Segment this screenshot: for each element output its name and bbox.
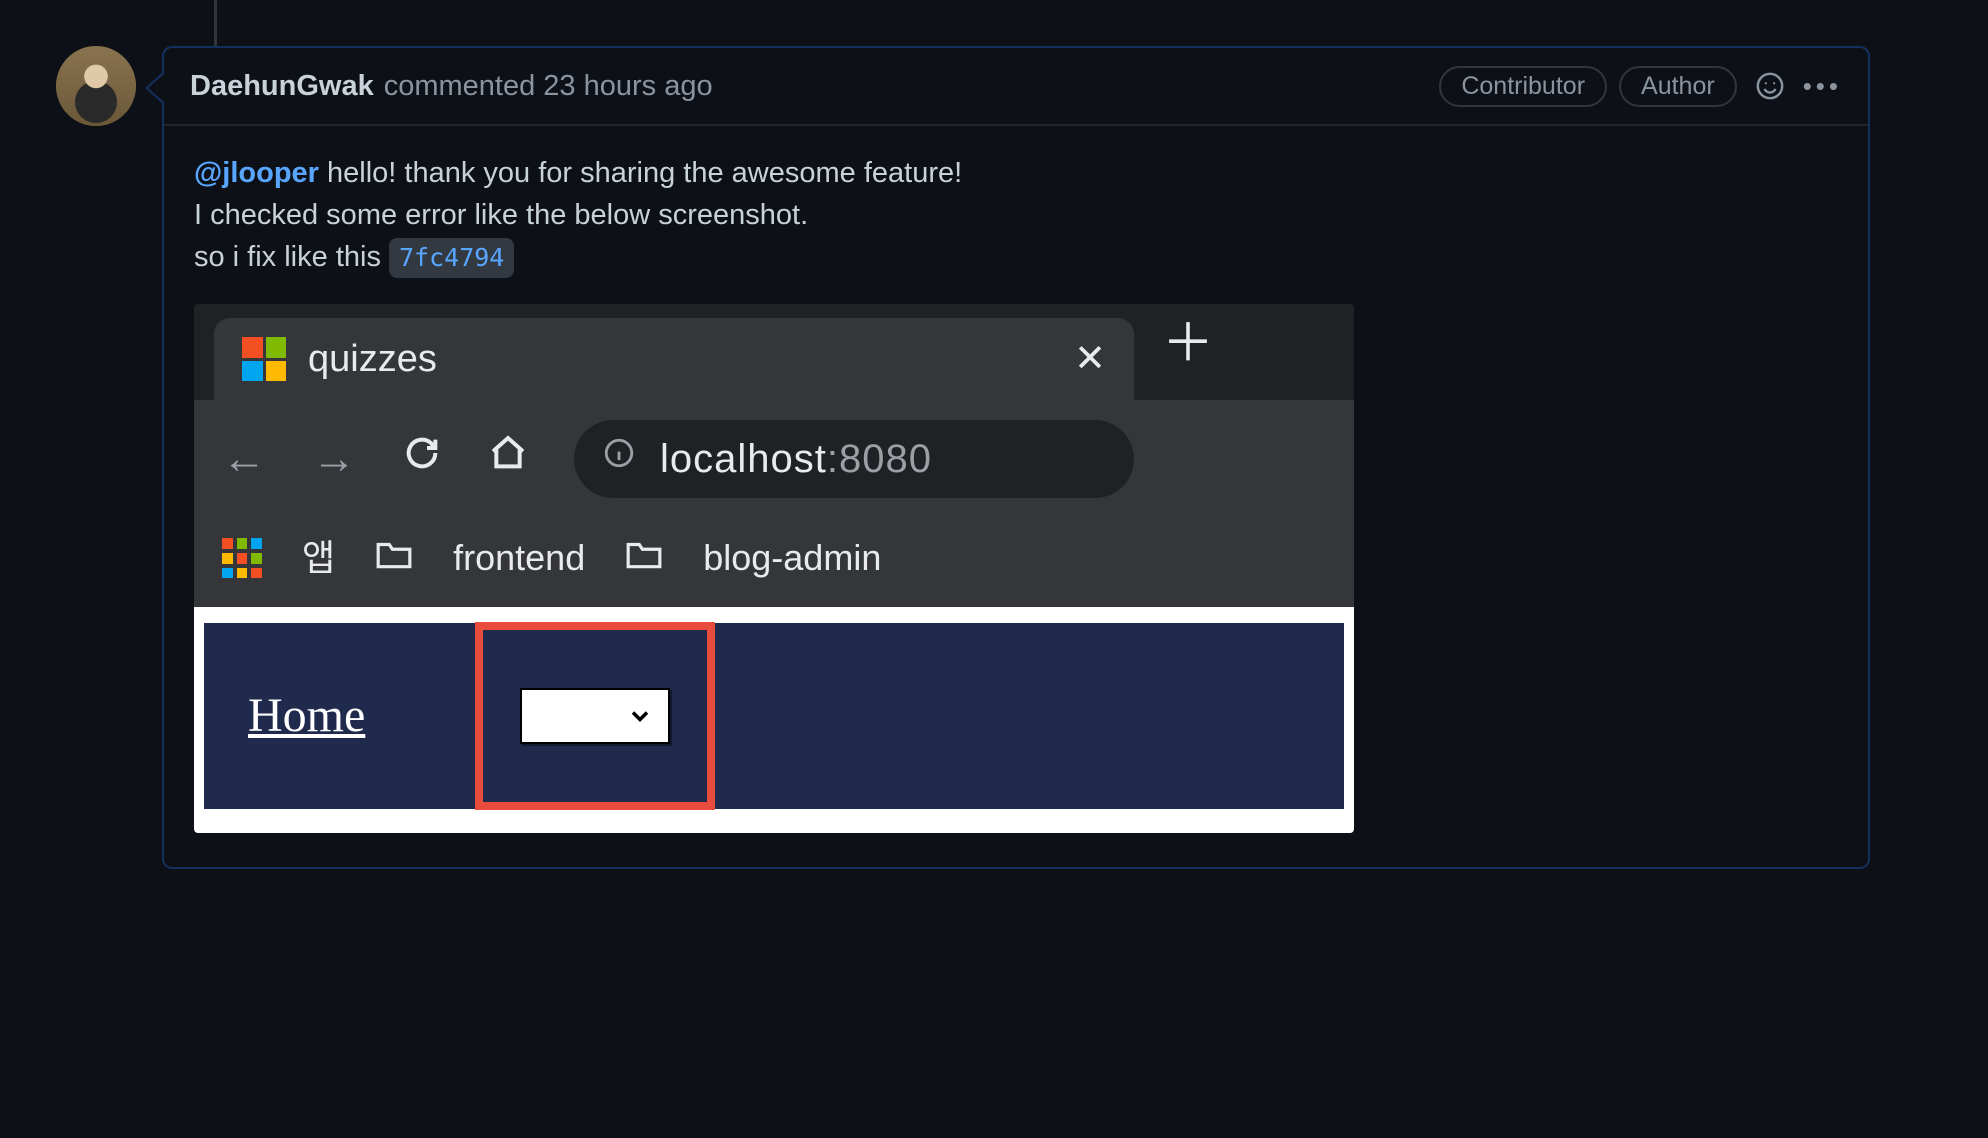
- author-link[interactable]: DaehunGwak: [190, 70, 374, 103]
- tab-title: quizzes: [308, 332, 1052, 387]
- text-line1: hello! thank you for sharing the awesome…: [319, 157, 962, 189]
- kebab-icon: •••: [1803, 71, 1842, 102]
- omnibox: localhost:8080: [574, 420, 1134, 498]
- app-navbar: Home: [204, 623, 1344, 809]
- avatar[interactable]: [56, 46, 136, 126]
- apps-label: 앱: [302, 532, 335, 584]
- close-icon: ✕: [1074, 332, 1106, 387]
- browser-tab: quizzes ✕: [214, 318, 1134, 400]
- url-host: localhost: [660, 437, 827, 481]
- plus-icon: ＋: [1162, 307, 1214, 400]
- home-icon: [488, 427, 528, 491]
- home-link: Home: [248, 681, 365, 751]
- badge-contributor: Contributor: [1439, 66, 1607, 107]
- text-line3: so i fix like this: [194, 241, 389, 273]
- info-icon: [602, 436, 636, 482]
- bookmark-blog-admin: blog-admin: [703, 532, 881, 584]
- browser-tabbar: quizzes ✕ ＋: [194, 304, 1354, 400]
- highlight-box: [475, 622, 715, 810]
- ms-logo-icon: [242, 337, 286, 381]
- mention-link[interactable]: @jlooper: [194, 157, 319, 189]
- empty-select: [520, 688, 670, 744]
- meta-time[interactable]: 23 hours ago: [543, 70, 712, 102]
- reload-icon: [402, 427, 442, 491]
- forward-icon: →: [312, 427, 356, 491]
- add-reaction-button[interactable]: [1755, 71, 1785, 101]
- back-icon: ←: [222, 427, 266, 491]
- page-content: Home: [194, 607, 1354, 833]
- comment: DaehunGwak commented 23 hours ago Contri…: [56, 46, 1870, 869]
- commit-link[interactable]: 7fc4794: [389, 238, 514, 278]
- text-line2: I checked some error like the below scre…: [194, 194, 1838, 236]
- comment-meta: commented 23 hours ago: [384, 70, 713, 103]
- meta-action: commented: [384, 70, 536, 102]
- bookmarks-bar: 앱 frontend blog-admin: [194, 518, 1354, 606]
- apps-icon: [222, 538, 262, 578]
- comment-body: @jlooper hello! thank you for sharing th…: [164, 126, 1868, 867]
- comment-header: DaehunGwak commented 23 hours ago Contri…: [164, 48, 1868, 126]
- badge-author: Author: [1619, 66, 1737, 107]
- folder-icon: [375, 532, 413, 584]
- url-port: :8080: [827, 437, 932, 481]
- folder-icon: [625, 532, 663, 584]
- browser-toolbar: ← → localhost:8080: [194, 400, 1354, 518]
- comment-menu-button[interactable]: •••: [1803, 71, 1842, 102]
- smiley-icon: [1755, 71, 1785, 101]
- bookmark-frontend: frontend: [453, 532, 585, 584]
- comment-box: DaehunGwak commented 23 hours ago Contri…: [162, 46, 1870, 869]
- chevron-down-icon: [626, 702, 654, 730]
- attached-image[interactable]: quizzes ✕ ＋ ← →: [194, 304, 1354, 832]
